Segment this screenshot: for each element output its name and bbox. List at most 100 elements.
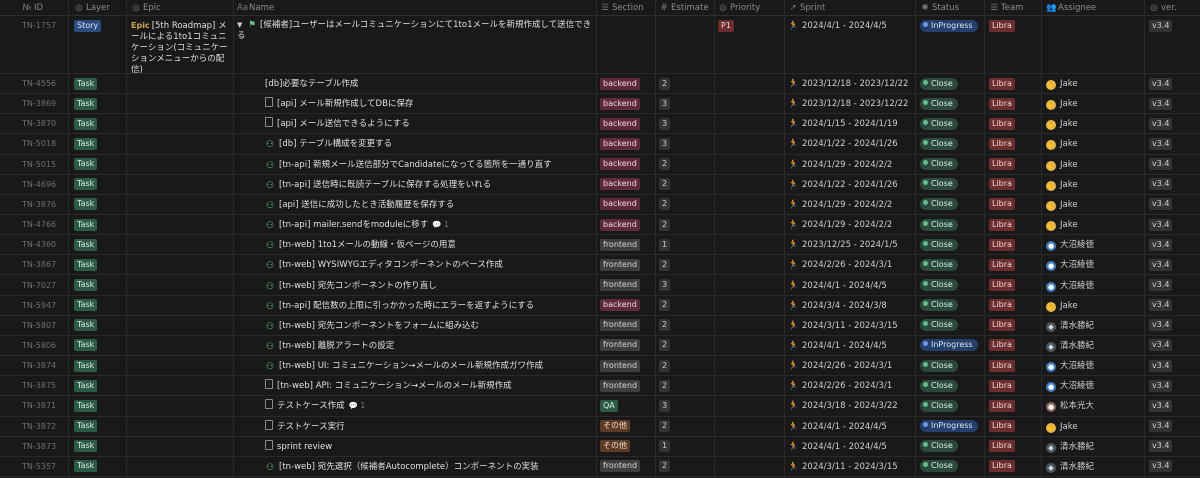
sprint-link[interactable]: 2024/1/29 - 2024/2/2 [802, 220, 892, 230]
sprint-link[interactable]: 2023/12/18 - 2023/12/22 [802, 99, 908, 109]
estimate-value[interactable]: 2 [659, 77, 671, 90]
layer-tag[interactable]: Task [74, 117, 98, 130]
sprint-link[interactable]: 2024/1/29 - 2024/2/2 [802, 160, 892, 170]
table-row[interactable]: TN-3872 Task テストケース実行 その他 2 🏃 2024/4/1 - 2024/… [0, 417, 1200, 437]
sprint-link[interactable]: 2024/1/15 - 2024/1/19 [802, 119, 898, 129]
section-tag[interactable]: backend [600, 178, 640, 191]
assignee-name[interactable]: Jake [1060, 119, 1078, 129]
issue-name[interactable]: [tn-web] API: コミュニケーション→メールのメール新規作成 [277, 381, 512, 391]
team-tag[interactable]: Libra [989, 359, 1015, 372]
issue-name[interactable]: [tn-web] 離脱アラートの設定 [279, 341, 394, 351]
sprint-link[interactable]: 2024/2/26 - 2024/3/1 [802, 381, 892, 391]
layer-tag[interactable]: Task [74, 198, 98, 211]
issue-id[interactable]: TN-5015 [22, 160, 56, 169]
layer-tag[interactable]: Task [74, 238, 98, 251]
issue-name[interactable]: [api] メール送信できるようにする [277, 119, 410, 129]
layer-tag[interactable]: Task [74, 137, 98, 150]
team-tag[interactable]: Libra [989, 178, 1015, 191]
estimate-value[interactable]: 2 [659, 319, 671, 332]
column-header-layer[interactable]: ◎ Layer [74, 0, 124, 16]
sprint-link[interactable]: 2024/1/22 - 2024/1/26 [802, 139, 898, 149]
section-tag[interactable]: QA [600, 399, 618, 412]
issue-name[interactable]: [tn-web] 宛先コンポーネントをフォームに組み込む [279, 321, 479, 331]
estimate-value[interactable]: 3 [659, 117, 671, 130]
team-tag[interactable]: Libra [989, 420, 1015, 433]
issue-id[interactable]: TN-3875 [22, 381, 56, 390]
team-tag[interactable]: Libra [989, 117, 1015, 130]
team-tag[interactable]: Libra [989, 218, 1015, 231]
team-tag[interactable]: Libra [989, 97, 1015, 110]
issue-id[interactable]: TN-3869 [22, 99, 56, 108]
status-badge[interactable]: Close [920, 198, 958, 211]
layer-tag[interactable]: Task [74, 359, 98, 372]
issue-id[interactable]: TN-4696 [22, 180, 56, 189]
section-tag[interactable]: backend [600, 218, 640, 231]
column-header-section[interactable]: ☰ Section [600, 0, 652, 16]
table-row[interactable]: TN-5018 Task ⚇ [db] テーブル構成を変更する backend 3 🏃 202… [0, 134, 1200, 155]
issue-name[interactable]: [tn-api] 配信数の上限に引っかかった時にエラーを返すようにする [279, 301, 534, 311]
table-row[interactable]: TN-5806 Task ⚇ [tn-web] 離脱アラートの設定 frontend 2 🏃… [0, 336, 1200, 357]
assignee-name[interactable]: Jake [1060, 79, 1078, 89]
assignee-name[interactable]: 清水勝紀 [1060, 442, 1094, 452]
status-badge[interactable]: Close [920, 178, 958, 191]
layer-tag[interactable]: Task [74, 319, 98, 332]
team-tag[interactable]: Libra [989, 198, 1015, 211]
layer-tag[interactable]: Task [74, 420, 98, 433]
section-tag[interactable]: backend [600, 198, 640, 211]
layer-tag[interactable]: Task [74, 339, 98, 352]
issue-name[interactable]: [api] メール新規作成してDBに保存 [277, 99, 413, 109]
issue-id[interactable]: TN-4556 [22, 79, 56, 88]
issue-name[interactable]: [db] テーブル構成を変更する [279, 139, 392, 149]
table-row[interactable]: TN-3871 Task テストケース作成 💬 1 QA 3 🏃 2024/3/18 - 20… [0, 396, 1200, 417]
estimate-value[interactable]: 2 [659, 460, 671, 473]
table-row[interactable]: TN-3867 Task ⚇ [tn-web] WYSIWYGエディタコンポーネントの… [0, 255, 1200, 276]
comment-count[interactable]: 💬 1 [349, 401, 366, 410]
issue-id[interactable]: TN-5807 [22, 321, 56, 330]
assignee-name[interactable]: Jake [1060, 99, 1078, 109]
issue-name[interactable]: [tn-web] 宛先コンポーネントの作り直し [279, 281, 437, 291]
assignee-name[interactable]: 大沼綾徳 [1060, 361, 1094, 371]
sprint-link[interactable]: 2024/1/29 - 2024/2/2 [802, 200, 892, 210]
version-tag[interactable]: v3.4 [1149, 137, 1173, 150]
estimate-value[interactable]: 2 [659, 379, 671, 392]
assignee-name[interactable]: Jake [1060, 422, 1078, 432]
sprint-link[interactable]: 2024/3/18 - 2024/3/22 [802, 401, 898, 411]
assignee-name[interactable]: Jake [1060, 220, 1078, 230]
layer-tag[interactable]: Task [74, 77, 98, 90]
table-row[interactable]: TN-3875 Task [tn-web] API: コミュニケーション→メールのメ… [0, 376, 1200, 397]
team-tag[interactable]: Libra [989, 379, 1015, 392]
issue-name[interactable]: [tn-api] 新規メール送信部分でCandidateになってる箇所を一通り直… [279, 160, 552, 170]
section-tag[interactable]: backend [600, 77, 640, 90]
table-row[interactable]: TN-4556 Task [db]必要なテーブル作成 backend 2 🏃 2023/12… [0, 74, 1200, 95]
table-row[interactable]: TN-3873 Task sprint review その他 1 🏃 2024/4/1 - … [0, 437, 1200, 457]
column-header-estimate[interactable]: # Estimate [659, 0, 711, 16]
version-tag[interactable]: v3.4 [1149, 420, 1173, 433]
sprint-link[interactable]: 2023/12/18 - 2023/12/22 [802, 79, 908, 89]
version-tag[interactable]: v3.4 [1149, 178, 1173, 191]
status-badge[interactable]: Close [920, 238, 958, 251]
status-badge[interactable]: Close [920, 117, 958, 130]
table-row[interactable]: TN-5015 Task ⚇ [tn-api] 新規メール送信部分でCandidate… [0, 155, 1200, 175]
version-tag[interactable]: v3.4 [1149, 379, 1173, 392]
version-tag[interactable]: v3.4 [1149, 198, 1173, 211]
issue-id[interactable]: TN-5806 [22, 341, 56, 350]
table-row[interactable]: TN-4766 Task ⚇ [tn-api] mailer.sendをmoduleに… [0, 215, 1200, 236]
version-tag[interactable]: v3.4 [1149, 19, 1173, 32]
sprint-link[interactable]: 2024/2/26 - 2024/3/1 [802, 361, 892, 371]
issue-id[interactable]: TN-1757 [22, 21, 56, 30]
issue-id[interactable]: TN-3874 [22, 361, 56, 370]
team-tag[interactable]: Libra [989, 299, 1015, 312]
version-tag[interactable]: v3.4 [1149, 218, 1173, 231]
column-header-name[interactable]: AaName [237, 0, 592, 16]
sprint-link[interactable]: 2024/4/1 - 2024/4/5 [802, 281, 887, 291]
assignee-name[interactable]: Jake [1060, 301, 1078, 311]
section-tag[interactable]: backend [600, 137, 640, 150]
version-tag[interactable]: v3.4 [1149, 460, 1173, 473]
estimate-value[interactable]: 3 [659, 97, 671, 110]
assignee-name[interactable]: Jake [1060, 180, 1078, 190]
table-row[interactable]: TN-3870 Task [api] メール送信できるようにする backend 3 🏃 2… [0, 114, 1200, 135]
layer-tag[interactable]: Story [74, 19, 102, 32]
estimate-value[interactable]: 1 [659, 440, 671, 453]
section-tag[interactable]: frontend [600, 238, 641, 251]
table-row[interactable]: TN-4696 Task ⚇ [tn-api] 送信時に既読テーブルに保存する処理をい… [0, 175, 1200, 195]
